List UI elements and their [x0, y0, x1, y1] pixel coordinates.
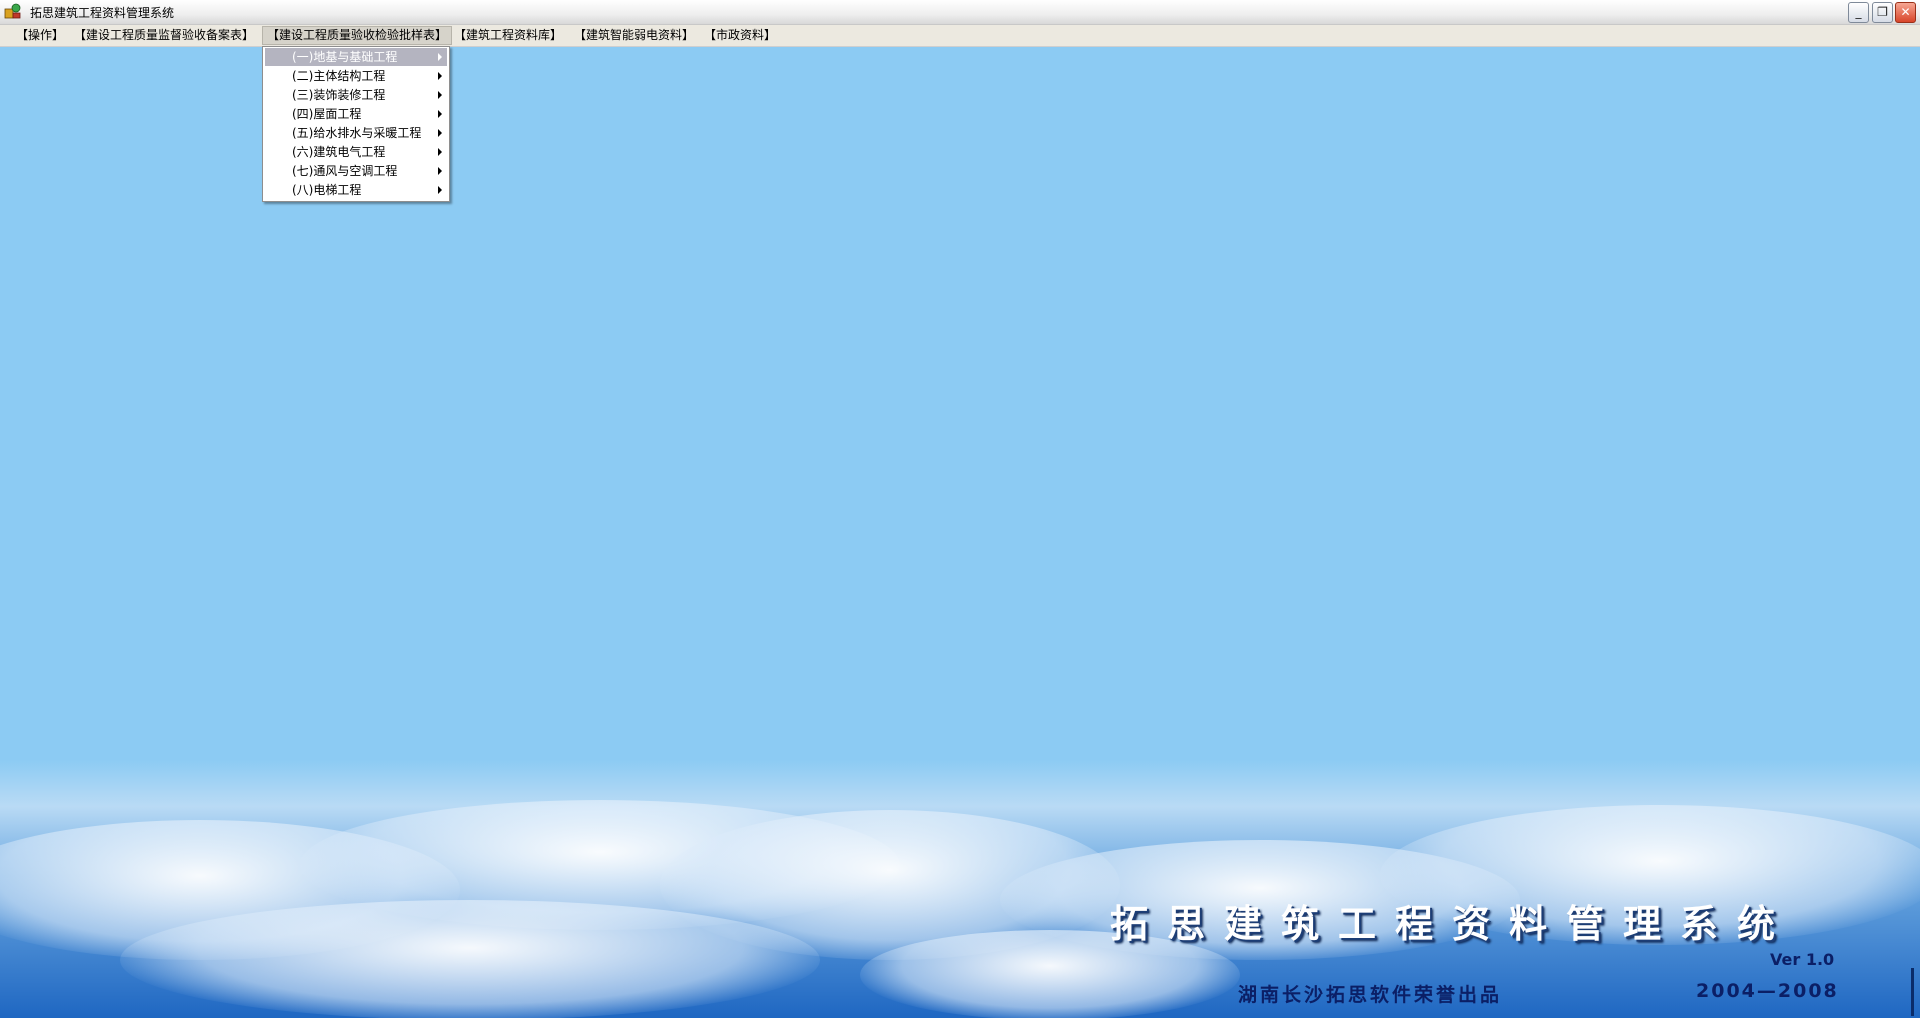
dropdown-item-hvac[interactable]: (七)通风与空调工程 [265, 162, 447, 180]
main-window: 拓思建筑工程资料管理系统 _ ❐ ✕ 【操作】 【建设工程质量监督验收备案表】 … [0, 0, 1920, 1018]
submenu-arrow-icon [438, 167, 442, 175]
restore-button[interactable]: ❐ [1872, 2, 1893, 23]
brand-title: 拓思建筑工程资料管理系统 [1110, 901, 1795, 946]
close-button[interactable]: ✕ [1895, 2, 1916, 23]
menu-intelligent-weak-current[interactable]: 【建筑智能弱电资料】 [570, 27, 698, 44]
cloud [120, 900, 820, 1018]
title-bar: 拓思建筑工程资料管理系统 _ ❐ ✕ [0, 0, 1920, 25]
dropdown-item-label: (三)装饰装修工程 [292, 88, 386, 102]
dropdown-item-label: (六)建筑电气工程 [292, 145, 386, 159]
dropdown-item-label: (七)通风与空调工程 [292, 164, 398, 178]
dropdown-item-roofing[interactable]: (四)屋面工程 [265, 105, 447, 123]
submenu-arrow-icon [438, 129, 442, 137]
menu-inspection-batch-samples[interactable]: 【建设工程质量验收检验批样表】 [262, 26, 453, 45]
dropdown-item-label: (八)电梯工程 [292, 183, 362, 197]
submenu-arrow-icon [438, 53, 442, 61]
dropdown-item-main-structure[interactable]: (二)主体结构工程 [265, 67, 447, 85]
dropdown-item-plumbing-heating[interactable]: (五)给水排水与采暖工程 [265, 124, 447, 142]
version-label: Ver 1.0 [1770, 950, 1835, 969]
dropdown-item-electrical[interactable]: (六)建筑电气工程 [265, 143, 447, 161]
edge-scroll-indicator [1911, 968, 1914, 1016]
menu-municipal-data[interactable]: 【市政资料】 [700, 27, 780, 44]
dropdown-item-label: (五)给水排水与采暖工程 [292, 126, 422, 140]
window-title: 拓思建筑工程资料管理系统 [30, 6, 175, 20]
submenu-arrow-icon [438, 72, 442, 80]
submenu-arrow-icon [438, 91, 442, 99]
copyright-years: 2004—2008 [1696, 980, 1839, 1002]
app-logo-icon [4, 3, 21, 19]
publisher-credit: 湖南长沙拓思软件荣誉出品 [1238, 984, 1503, 1006]
menu-construction-data-library[interactable]: 【建筑工程资料库】 [450, 27, 566, 44]
submenu-arrow-icon [438, 110, 442, 118]
dropdown-item-decoration[interactable]: (三)装饰装修工程 [265, 86, 447, 104]
dropdown-item-label: (一)地基与基础工程 [292, 50, 398, 64]
dropdown-item-label: (四)屋面工程 [292, 107, 362, 121]
menu-bar: 【操作】 【建设工程质量监督验收备案表】 【建设工程质量验收检验批样表】 【建筑… [0, 25, 1920, 47]
submenu-arrow-icon [438, 186, 442, 194]
dropdown-item-label: (二)主体结构工程 [292, 69, 386, 83]
dropdown-menu: (一)地基与基础工程 (二)主体结构工程 (三)装饰装修工程 (四)屋面工程 (… [262, 46, 450, 202]
menu-operations[interactable]: 【操作】 [12, 27, 68, 44]
minimize-button[interactable]: _ [1848, 2, 1869, 23]
submenu-arrow-icon [438, 148, 442, 156]
menu-supervision-acceptance-records[interactable]: 【建设工程质量监督验收备案表】 [70, 27, 258, 44]
dropdown-item-elevator[interactable]: (八)电梯工程 [265, 181, 447, 199]
dropdown-item-foundation[interactable]: (一)地基与基础工程 [265, 48, 447, 66]
